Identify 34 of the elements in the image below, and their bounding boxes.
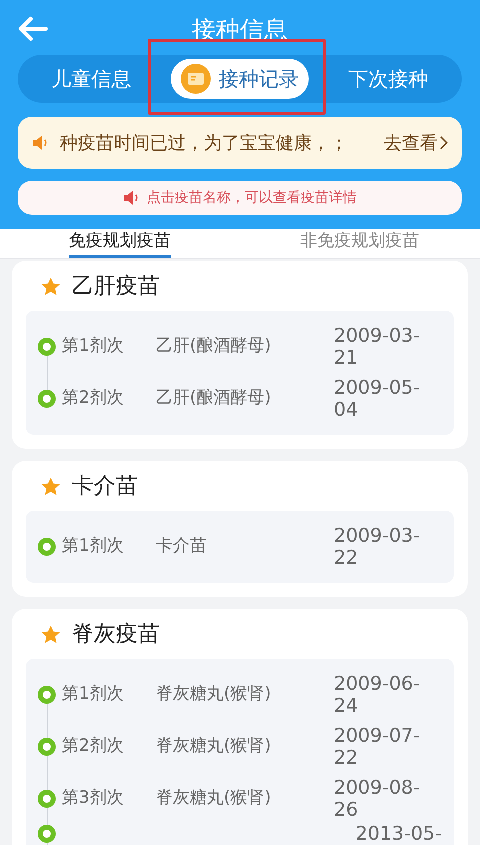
dose-date: 2009-08-26 bbox=[334, 776, 422, 820]
vaccine-product: 脊灰糖丸(猴肾) bbox=[156, 734, 272, 758]
dose-label: 第1剂次 bbox=[62, 334, 125, 358]
dose-date: 2013-05- bbox=[356, 824, 442, 842]
tip-text: 点击疫苗名称，可以查看疫苗详情 bbox=[147, 188, 357, 208]
view-link[interactable]: 去查看 bbox=[384, 130, 448, 156]
vaccine-name[interactable]: 乙肝疫苗 bbox=[72, 270, 160, 303]
sub-tab[interactable]: 免疫规划疫苗 bbox=[69, 229, 171, 258]
vaccine-name[interactable]: 脊灰疫苗 bbox=[72, 618, 160, 651]
notice-text: 种疫苗时间已过，为了宝宝健康，； bbox=[60, 132, 349, 156]
dose-date: 2009-06-24 bbox=[334, 672, 422, 716]
back-arrow-icon[interactable] bbox=[18, 16, 48, 42]
sub-tab[interactable]: 非免疫规划疫苗 bbox=[300, 229, 420, 258]
dose-date: 2009-07-22 bbox=[334, 724, 422, 768]
dose-label: 第3剂次 bbox=[62, 786, 125, 810]
card-icon bbox=[181, 64, 211, 94]
star-icon bbox=[40, 476, 62, 498]
dose-date: 2009-05-04 bbox=[334, 376, 422, 420]
vaccine-name[interactable]: 卡介苗 bbox=[72, 470, 138, 503]
tab[interactable]: 接种记录 bbox=[170, 59, 310, 99]
dose-label: 第1剂次 bbox=[62, 534, 125, 558]
star-icon bbox=[40, 624, 62, 646]
dose-label: 第2剂次 bbox=[62, 734, 125, 758]
dose-label: 第1剂次 bbox=[62, 682, 125, 706]
vaccine-product: 乙肝(酿酒酵母) bbox=[156, 334, 272, 358]
star-icon bbox=[40, 276, 62, 298]
dose-date: 2009-03-22 bbox=[334, 524, 422, 568]
chevron-right-icon bbox=[440, 136, 448, 150]
vaccine-product: 卡介苗 bbox=[156, 534, 208, 558]
dose-label: 第2剂次 bbox=[62, 386, 125, 410]
dose-date: 2009-03-21 bbox=[334, 324, 422, 368]
vaccine-product: 脊灰糖丸(猴肾) bbox=[156, 786, 272, 810]
vaccine-product: 脊灰糖丸(猴肾) bbox=[156, 682, 272, 706]
vaccine-product: 乙肝(酿酒酵母) bbox=[156, 386, 272, 410]
